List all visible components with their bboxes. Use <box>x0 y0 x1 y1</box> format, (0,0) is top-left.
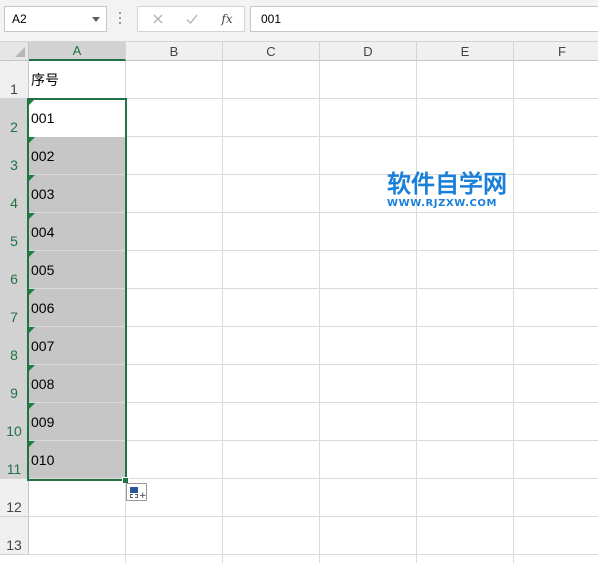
cell-a1-value: 序号 <box>31 72 59 88</box>
formula-input[interactable]: 001 <box>250 6 598 32</box>
column-header-e[interactable]: E <box>417 42 514 61</box>
cell-a5[interactable]: 004 <box>29 213 125 251</box>
cell-a3[interactable]: 002 <box>29 137 125 175</box>
formula-bar: A2 fx 001 <box>0 0 598 42</box>
row-header-10[interactable]: 10 <box>0 403 29 441</box>
grid-line <box>29 402 598 403</box>
row-header-6[interactable]: 6 <box>0 251 29 289</box>
cell-a9[interactable]: 008 <box>29 365 125 403</box>
error-indicator-icon <box>29 137 35 143</box>
cell-a4-value: 003 <box>31 186 55 202</box>
grid-line <box>29 478 598 479</box>
column-header-b[interactable]: B <box>126 42 223 61</box>
error-indicator-icon <box>29 175 35 181</box>
error-indicator-icon <box>29 327 35 333</box>
cell-a3-value: 002 <box>31 148 55 164</box>
paste-options-icon <box>130 487 138 493</box>
grid-line <box>29 288 598 289</box>
row-header-3[interactable]: 3 <box>0 137 29 175</box>
cell-a8[interactable]: 007 <box>29 327 125 365</box>
worksheet-grid: A B C D E F 1 2 3 4 5 6 7 8 9 10 11 12 1… <box>0 42 598 563</box>
name-box[interactable]: A2 <box>4 6 107 32</box>
row-header-11[interactable]: 11 <box>0 441 29 479</box>
row-headers: 1 2 3 4 5 6 7 8 9 10 11 12 13 <box>0 61 29 563</box>
grid-line <box>29 516 598 517</box>
row-header-12[interactable]: 12 <box>0 479 29 517</box>
error-indicator-icon <box>29 403 35 409</box>
grid-line <box>29 554 598 555</box>
cell-area[interactable]: 002 003 004 005 006 007 008 009 010 序号 0… <box>29 61 598 563</box>
error-indicator-icon <box>29 251 35 257</box>
cell-a11-value: 010 <box>31 452 55 468</box>
cell-a10[interactable]: 009 <box>29 403 125 441</box>
cell-a10-value: 009 <box>31 414 55 430</box>
cell-a9-value: 008 <box>31 376 55 392</box>
cell-a8-value: 007 <box>31 338 55 354</box>
row-header-4[interactable]: 4 <box>0 175 29 213</box>
column-header-d[interactable]: D <box>320 42 417 61</box>
fx-icon: fx <box>221 12 233 26</box>
error-indicator-icon <box>29 99 35 105</box>
error-indicator-icon <box>29 365 35 371</box>
row-header-5[interactable]: 5 <box>0 213 29 251</box>
cell-a1[interactable]: 序号 <box>29 61 125 99</box>
column-headers: A B C D E F <box>29 42 598 61</box>
cell-a11[interactable]: 010 <box>29 441 125 479</box>
cell-a5-value: 004 <box>31 224 55 240</box>
drag-handle-icon[interactable] <box>119 12 122 26</box>
cell-a2-value: 001 <box>31 110 55 126</box>
grid-line <box>29 440 598 441</box>
plus-icon: + <box>139 491 147 501</box>
row-header-1[interactable]: 1 <box>0 61 29 99</box>
cell-a6[interactable]: 005 <box>29 251 125 289</box>
enter-button[interactable] <box>180 9 204 29</box>
grid-line <box>29 250 598 251</box>
error-indicator-icon <box>29 213 35 219</box>
insert-function-button[interactable]: fx <box>215 9 239 29</box>
paste-options-icon-outline <box>130 494 138 498</box>
row-header-9[interactable]: 9 <box>0 365 29 403</box>
cell-a6-value: 005 <box>31 262 55 278</box>
watermark-url: WWW.RJZXW.COM <box>387 198 498 209</box>
column-header-a[interactable]: A <box>29 42 126 61</box>
error-indicator-icon <box>29 441 35 447</box>
column-header-f[interactable]: F <box>514 42 598 61</box>
cell-a7-value: 006 <box>31 300 55 316</box>
formula-buttons: fx <box>137 6 245 32</box>
column-header-c[interactable]: C <box>223 42 320 61</box>
select-all-icon <box>15 47 25 57</box>
cell-a4[interactable]: 003 <box>29 175 125 213</box>
formula-input-value[interactable]: 001 <box>261 12 281 26</box>
cell-a7[interactable]: 006 <box>29 289 125 327</box>
watermark-title: 软件自学网 <box>387 170 507 198</box>
grid-line <box>29 364 598 365</box>
grid-line <box>29 326 598 327</box>
row-header-8[interactable]: 8 <box>0 327 29 365</box>
name-box-value[interactable]: A2 <box>12 12 27 26</box>
row-header-7[interactable]: 7 <box>0 289 29 327</box>
watermark-logo: 软件自学网 WWW.RJZXW.COM <box>387 170 537 210</box>
error-indicator-icon <box>29 289 35 295</box>
cell-a2-active[interactable]: 001 <box>29 99 125 137</box>
close-icon <box>153 14 163 24</box>
chevron-down-icon[interactable] <box>92 17 100 22</box>
grid-line <box>29 212 598 213</box>
auto-fill-options-button[interactable]: + <box>126 483 147 501</box>
check-icon <box>186 14 198 24</box>
row-header-2[interactable]: 2 <box>0 99 29 137</box>
cancel-button[interactable] <box>146 9 170 29</box>
select-all-button[interactable] <box>0 42 29 61</box>
row-header-13[interactable]: 13 <box>0 517 29 555</box>
